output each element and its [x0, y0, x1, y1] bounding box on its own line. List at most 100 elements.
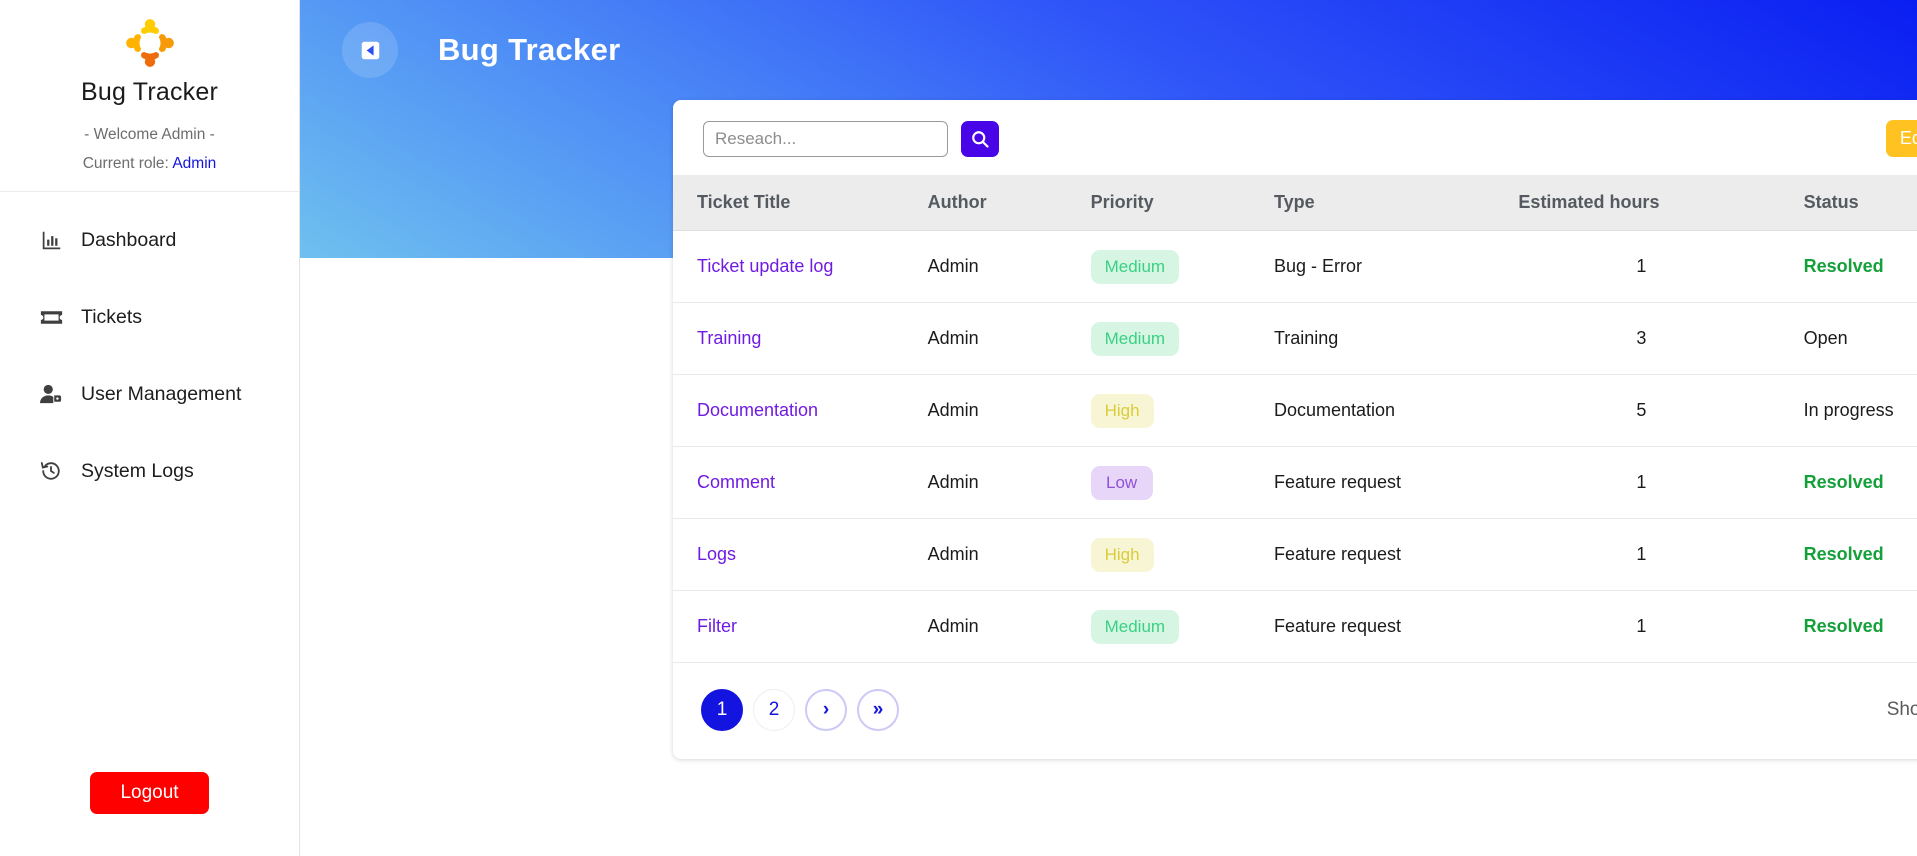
cell-type: Feature request	[1273, 518, 1519, 591]
current-role: Current role: Admin	[10, 155, 289, 173]
logout-button[interactable]: Logout	[90, 772, 209, 814]
ticket-title-link[interactable]: Documentation	[697, 400, 818, 420]
search-group	[703, 120, 999, 157]
table-row: Filter Admin Medium Feature request 1 Resolve…	[673, 590, 1917, 663]
sidebar-item-system-logs[interactable]: System Logs	[0, 445, 299, 497]
main-content: Bug Tracker Edit Project New Ticket	[300, 0, 1917, 856]
search-button[interactable]	[961, 120, 999, 157]
priority-badge: Medium	[1090, 321, 1180, 356]
pagination-page-1[interactable]: 1	[701, 689, 743, 731]
table-row: Training Admin Medium Training 3 Open	[673, 302, 1917, 375]
column-header-priority[interactable]: Priority	[1090, 175, 1274, 231]
table-row: Logs Admin High Feature request 1 Resolved	[673, 518, 1917, 591]
column-header-type[interactable]: Type	[1273, 175, 1519, 231]
cell-priority: Low	[1090, 446, 1274, 519]
column-header-status[interactable]: Status	[1803, 175, 1917, 231]
history-clock-icon	[38, 459, 64, 483]
cell-ticket-title: Documentation	[673, 374, 928, 447]
column-header-estimated-hours[interactable]: Estimated hours	[1518, 175, 1804, 231]
table-row: Ticket update log Admin Medium Bug - Error 1…	[673, 230, 1917, 303]
cell-priority: Medium	[1090, 590, 1274, 663]
app-root: Bug Tracker - Welcome Admin - Current ro…	[0, 0, 1917, 856]
cell-priority: High	[1090, 518, 1274, 591]
cell-ticket-title: Ticket update log	[673, 230, 928, 303]
status-badge: Resolved	[1803, 472, 1884, 492]
sidebar-item-label: User Management	[81, 382, 242, 405]
sidebar-item-tickets[interactable]: Tickets	[0, 291, 299, 343]
table-row: Comment Admin Low Feature request 1 Resolved	[673, 446, 1917, 519]
user-tag-icon	[38, 382, 64, 406]
priority-badge: Low	[1090, 465, 1153, 500]
people-circle-logo-icon	[125, 19, 174, 67]
sidebar-item-label: Tickets	[81, 305, 143, 328]
priority-badge: High	[1090, 393, 1154, 428]
toolbar-actions: Edit Project New Ticket	[1885, 120, 1917, 157]
cell-ticket-title: Comment	[673, 446, 928, 519]
collapse-sidebar-button[interactable]	[342, 22, 398, 78]
page-title: Bug Tracker	[438, 32, 621, 67]
status-badge: Open	[1803, 328, 1848, 348]
cell-status: Resolved	[1803, 446, 1917, 519]
ticket-title-link[interactable]: Logs	[697, 544, 736, 564]
cell-status: Resolved	[1803, 230, 1917, 303]
sidebar-nav: Dashboard Tickets User Management System…	[0, 192, 299, 497]
cell-estimated-hours: 1	[1518, 590, 1804, 663]
table-row: Documentation Admin High Documentation 5 In p…	[673, 374, 1917, 447]
column-header-author[interactable]: Author	[927, 175, 1091, 231]
ticket-title-link[interactable]: Training	[697, 328, 761, 348]
ticket-title-link[interactable]: Filter	[697, 616, 737, 636]
sidebar: Bug Tracker - Welcome Admin - Current ro…	[0, 0, 300, 856]
brand-title: Bug Tracker	[81, 78, 218, 106]
cell-author: Admin	[927, 446, 1091, 519]
status-badge: Resolved	[1803, 616, 1884, 636]
status-badge: In progress	[1803, 400, 1894, 420]
table-head: Ticket Title Author Priority Type Estima…	[673, 175, 1917, 231]
priority-badge: Medium	[1090, 609, 1180, 644]
cell-type: Feature request	[1273, 446, 1519, 519]
cell-status: Resolved	[1803, 590, 1917, 663]
cell-type: Bug - Error	[1273, 230, 1519, 303]
welcome-text: - Welcome Admin -	[84, 126, 215, 143]
cell-type: Training	[1273, 302, 1519, 375]
cell-status: Open	[1803, 302, 1917, 375]
collapse-sidebar-icon	[361, 41, 379, 59]
cell-ticket-title: Filter	[673, 590, 928, 663]
ticket-title-link[interactable]: Comment	[697, 472, 775, 492]
next-page-icon[interactable]: ›	[805, 689, 847, 731]
priority-badge: High	[1090, 537, 1154, 572]
sidebar-brand: Bug Tracker - Welcome Admin - Current ro…	[0, 0, 299, 192]
cell-estimated-hours: 3	[1518, 302, 1804, 375]
topbar: Bug Tracker	[300, 0, 1917, 100]
cell-author: Admin	[927, 518, 1091, 591]
logout-container: Logout	[0, 772, 299, 814]
cell-author: Admin	[927, 374, 1091, 447]
sidebar-item-dashboard[interactable]: Dashboard	[0, 214, 299, 266]
table-body: Ticket update log Admin Medium Bug - Error 1…	[673, 230, 1917, 663]
column-header-ticket-title[interactable]: Ticket Title	[673, 175, 928, 231]
cell-author: Admin	[927, 302, 1091, 375]
card-toolbar: Edit Project New Ticket	[673, 100, 1917, 175]
pagination: 1 2 ›»	[701, 689, 899, 731]
tickets-card: Edit Project New Ticket Ticket Title Aut…	[673, 100, 1917, 759]
status-badge: Resolved	[1803, 544, 1884, 564]
ticket-title-link[interactable]: Ticket update log	[697, 256, 833, 276]
cell-ticket-title: Logs	[673, 518, 928, 591]
status-badge: Resolved	[1803, 256, 1884, 276]
card-footer: 12›» Showing 1 to 6 of 12 Rows.	[673, 663, 1917, 759]
cell-priority: High	[1090, 374, 1274, 447]
cell-author: Admin	[927, 590, 1091, 663]
cell-estimated-hours: 1	[1518, 230, 1804, 303]
sidebar-item-user-management[interactable]: User Management	[0, 368, 299, 420]
last-page-icon[interactable]: »	[857, 689, 899, 731]
sidebar-item-label: System Logs	[81, 459, 194, 482]
cell-estimated-hours: 1	[1518, 446, 1804, 519]
pagination-page-2[interactable]: 2	[753, 689, 795, 731]
cell-status: In progress	[1803, 374, 1917, 447]
current-role-label: Current role:	[82, 155, 169, 172]
edit-project-button[interactable]: Edit Project	[1885, 120, 1917, 157]
current-role-value: Admin	[172, 155, 217, 172]
cell-priority: Medium	[1090, 230, 1274, 303]
search-input[interactable]	[703, 120, 948, 157]
cell-estimated-hours: 5	[1518, 374, 1804, 447]
cell-type: Documentation	[1273, 374, 1519, 447]
